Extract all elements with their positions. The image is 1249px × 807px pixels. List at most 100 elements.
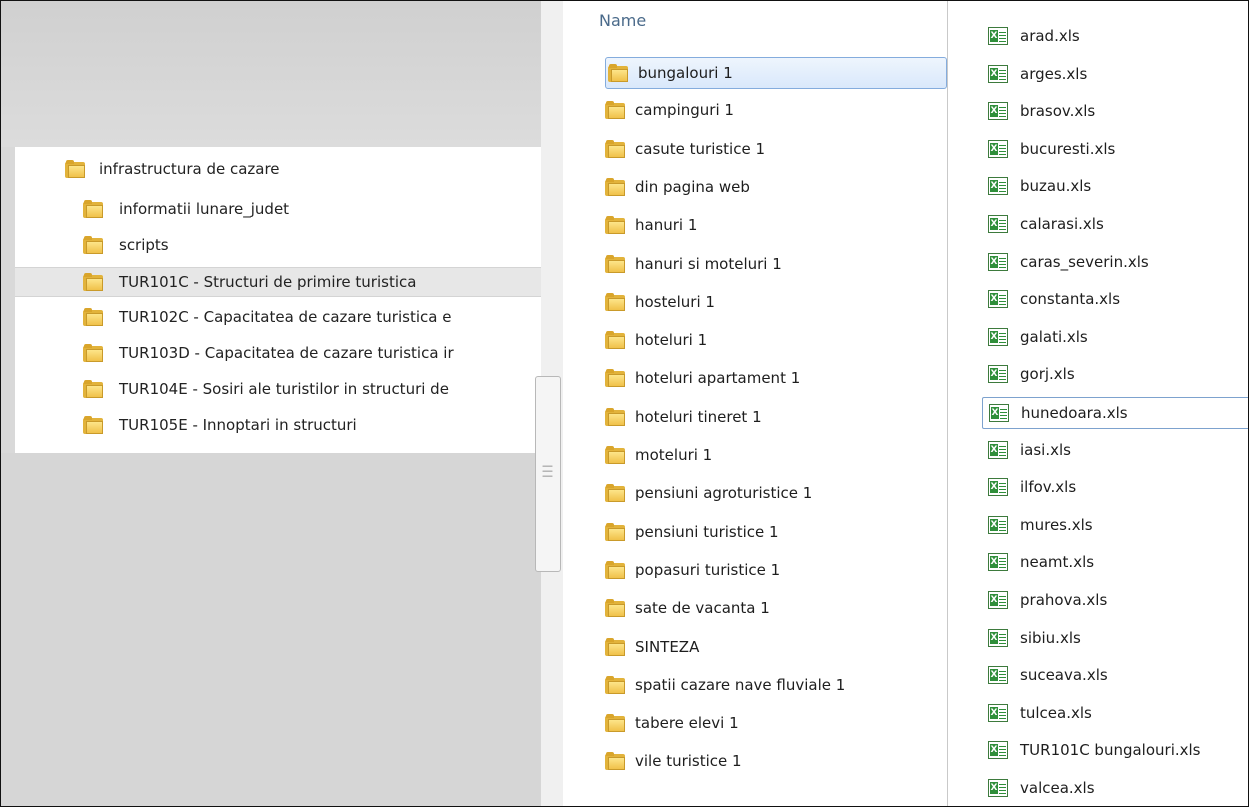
item-label: brasov.xls [1020, 102, 1096, 121]
folder-icon [605, 714, 625, 733]
folder-list-item[interactable]: campinguri 1 [603, 95, 945, 125]
item-label: spatii cazare nave fluviale 1 [635, 675, 846, 694]
file-list-item[interactable]: X TUR101C bungalouri.xls [986, 735, 1248, 765]
folder-list-item[interactable]: bungalouri 1 [605, 57, 947, 89]
navigation-pane-lower-area [1, 453, 541, 806]
file-list-item[interactable]: Xvalcea.xls [986, 773, 1248, 803]
tree-item-folder[interactable]: TUR105E - Innoptari in structuri [15, 411, 541, 439]
file-list-item[interactable]: Xcalarasi.xls [986, 209, 1248, 239]
folder-list-item[interactable]: moteluri 1 [603, 440, 945, 470]
excel-file-icon: X [988, 27, 1008, 45]
grip-lines-icon: — — — [542, 459, 553, 482]
folder-icon [605, 177, 625, 196]
file-list-item[interactable]: Xilfov.xls [986, 472, 1248, 502]
item-label: din pagina web [635, 177, 750, 196]
folder-list-item[interactable]: hanuri 1 [603, 210, 945, 240]
excel-file-icon: X [988, 139, 1008, 158]
tree-item-folder[interactable]: informatii lunare_judet [15, 195, 541, 223]
excel-file-icon: X [988, 440, 1008, 459]
tree-item-folder[interactable]: TUR103D - Capacitatea de cazare turistic… [15, 339, 541, 367]
folder-list-item[interactable]: spatii cazare nave fluviale 1 [603, 670, 945, 700]
item-label: galati.xls [1020, 327, 1088, 346]
file-list-item[interactable]: Xgorj.xls [986, 359, 1248, 389]
folder-icon [605, 522, 625, 541]
item-label: bungalouri 1 [638, 64, 733, 82]
folder-icon [605, 331, 625, 350]
item-label: sibiu.xls [1020, 628, 1081, 647]
item-label: hunedoara.xls [1021, 404, 1128, 422]
folder-list-item[interactable]: popasuri turistice 1 [603, 555, 945, 585]
folder-list-item[interactable]: hoteluri tineret 1 [603, 402, 945, 432]
item-label: pensiuni agroturistice 1 [635, 484, 813, 503]
item-label: tabere elevi 1 [635, 714, 739, 733]
file-list-item[interactable]: Xarad.xls [986, 21, 1248, 51]
folder-list-pane: Name bungalouri 1 campinguri 1 casute turi… [563, 1, 947, 806]
item-label: hoteluri apartament 1 [635, 369, 801, 388]
folder-list-item[interactable]: hosteluri 1 [603, 287, 945, 317]
file-list-item[interactable]: Xbucuresti.xls [986, 134, 1248, 164]
file-list-item[interactable]: Xmures.xls [986, 510, 1248, 540]
tree-item-folder[interactable]: TUR101C - Structuri de primire turistica [15, 267, 541, 297]
tree-item-folder[interactable]: scripts [15, 231, 541, 259]
excel-file-icon: X [988, 515, 1008, 534]
file-list-item[interactable]: Xneamt.xls [986, 547, 1248, 577]
item-label: arad.xls [1020, 27, 1080, 45]
item-label: vile turistice 1 [635, 752, 742, 771]
folder-list-item[interactable]: pensiuni turistice 1 [603, 517, 945, 547]
folder-icon [83, 273, 103, 291]
excel-file-icon: X [988, 290, 1008, 309]
folder-list-item[interactable]: sate de vacanta 1 [603, 593, 945, 623]
item-label: buzau.xls [1020, 177, 1092, 196]
navigation-pane-upper-area [1, 1, 541, 147]
folder-list-item[interactable]: hanuri si moteluri 1 [603, 249, 945, 279]
file-list-item[interactable]: Xtulcea.xls [986, 698, 1248, 728]
excel-file-icon: X [988, 741, 1008, 760]
folder-list-item[interactable]: hoteluri 1 [603, 325, 945, 355]
file-list-item[interactable]: Xcaras_severin.xls [986, 247, 1248, 277]
excel-file-icon: X [988, 553, 1008, 572]
file-list-item[interactable]: Xgalati.xls [986, 322, 1248, 352]
folder-icon [605, 675, 625, 694]
folder-list-item[interactable]: casute turistice 1 [603, 134, 945, 164]
folder-list-item[interactable]: din pagina web [603, 172, 945, 202]
item-label: popasuri turistice 1 [635, 560, 781, 579]
file-list-item[interactable]: Xhunedoara.xls [982, 397, 1248, 429]
file-list-item[interactable]: Xarges.xls [986, 59, 1248, 89]
item-label: TUR101C bungalouri.xls [1020, 741, 1201, 760]
item-label: gorj.xls [1020, 365, 1075, 384]
item-label: moteluri 1 [635, 446, 713, 464]
folder-list-item[interactable]: tabere elevi 1 [603, 708, 945, 738]
item-label: neamt.xls [1020, 553, 1095, 572]
item-label: prahova.xls [1020, 591, 1108, 609]
folder-list-item[interactable]: vile turistice 1 [603, 746, 945, 776]
file-list-item[interactable]: Xbrasov.xls [986, 96, 1248, 126]
folder-list-item[interactable]: hoteluri apartament 1 [603, 363, 945, 393]
file-list-item[interactable]: Xprahova.xls [986, 585, 1248, 615]
item-label: calarasi.xls [1020, 215, 1104, 233]
name-column-header[interactable]: Name [599, 11, 646, 30]
folder-icon [605, 407, 625, 426]
item-label: TUR102C - Capacitatea de cazare turistic… [119, 308, 452, 326]
file-list-item[interactable]: Xsibiu.xls [986, 623, 1248, 653]
excel-file-icon: X [988, 478, 1008, 497]
excel-file-icon: X [988, 327, 1008, 346]
tree-item-folder[interactable]: TUR102C - Capacitatea de cazare turistic… [15, 303, 541, 331]
item-label: infrastructura de cazare [99, 160, 280, 178]
excel-file-icon: X [988, 215, 1008, 233]
file-list-item[interactable]: Xbuzau.xls [986, 171, 1248, 201]
tree-item-root-folder[interactable]: infrastructura de cazare [61, 155, 521, 183]
item-label: valcea.xls [1020, 779, 1095, 797]
folder-icon [605, 484, 625, 503]
item-label: suceava.xls [1020, 666, 1108, 685]
folder-list-item[interactable]: SINTEZA [603, 632, 945, 662]
folder-tree [15, 147, 541, 453]
folder-list-item[interactable]: pensiuni agroturistice 1 [603, 478, 945, 508]
file-list-item[interactable]: Xiasi.xls [986, 435, 1248, 465]
file-list-item[interactable]: Xsuceava.xls [986, 660, 1248, 690]
tree-item-folder[interactable]: TUR104E - Sosiri ale turistilor in struc… [15, 375, 541, 403]
file-list-item[interactable]: Xconstanta.xls [986, 284, 1248, 314]
splitter-grip-handle[interactable]: — — — [535, 376, 561, 572]
folder-icon [605, 101, 625, 120]
item-label: TUR104E - Sosiri ale turistilor in struc… [119, 380, 449, 398]
file-list-pane: Xarad.xls Xarges.xls Xbrasov.xls Xbucuresti… [948, 1, 1248, 806]
